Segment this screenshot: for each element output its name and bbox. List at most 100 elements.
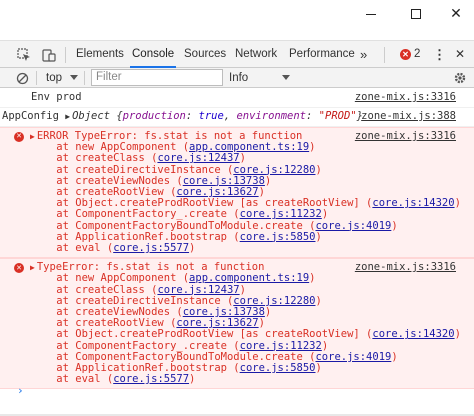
error-message: TypeError: fs.stat is not a function [36, 261, 265, 274]
frame-function: at createDirectiveInstance ( [31, 163, 234, 176]
frame-source-link[interactable]: core.js:14320 [372, 328, 454, 340]
tab-separator [384, 47, 385, 63]
devtools-menu-button[interactable]: ⋮ [431, 41, 448, 68]
source-link[interactable]: zone-mix.js:3316 [355, 91, 456, 103]
toolbar-separator [36, 71, 37, 85]
frame-close-paren: ) [309, 272, 316, 285]
frame-close-paren: ) [315, 230, 322, 243]
frame-function: at createRootView ( [31, 186, 177, 199]
frame-close-paren: ) [309, 141, 316, 154]
frame-function: at ApplicationRef.bootstrap ( [31, 230, 240, 243]
frame-function: at createRootView ( [31, 317, 177, 330]
frame-source-link[interactable]: core.js:4019 [315, 220, 391, 232]
chevron-down-icon [70, 75, 78, 80]
frame-source-link[interactable]: app.component.ts:19 [189, 141, 309, 153]
frame-function: at createClass ( [31, 152, 158, 165]
more-tabs-button[interactable]: » [358, 41, 369, 68]
frame-close-paren: ) [391, 350, 398, 363]
frame-source-link[interactable]: core.js:11232 [240, 340, 322, 352]
stack-trace: at new AppComponent (app.component.ts:19… [31, 142, 468, 254]
tab-sources[interactable]: Sources [182, 41, 228, 68]
frame-function: at ComponentFactory_.create ( [31, 339, 240, 352]
frame-function: at eval ( [31, 242, 114, 255]
frame-function: at new AppComponent ( [31, 141, 190, 154]
context-selector[interactable]: top [46, 70, 62, 86]
frame-function: at ComponentFactoryBoundToModule.create … [31, 219, 316, 232]
gear-icon[interactable] [451, 69, 469, 87]
clear-console-icon[interactable] [13, 69, 31, 87]
frame-close-paren: ) [315, 294, 322, 307]
frame-source-link[interactable]: core.js:13627 [176, 317, 258, 329]
frame-close-paren: ) [258, 186, 265, 199]
devtools-close-button[interactable]: ✕ [453, 41, 467, 68]
maximize-button[interactable] [393, 0, 439, 28]
source-link[interactable]: zone-mix.js:388 [361, 110, 456, 122]
frame-close-paren: ) [315, 163, 322, 176]
maximize-icon [411, 9, 421, 19]
console-error-row: ✕ ▶ ERROR TypeError: fs.stat is not a fun… [0, 127, 474, 259]
frame-function: at createClass ( [31, 283, 158, 296]
frame-source-link[interactable]: app.component.ts:19 [189, 272, 309, 284]
frame-close-paren: ) [239, 283, 246, 296]
log-text: Env prod [31, 91, 82, 103]
frame-source-link[interactable]: core.js:5577 [113, 373, 189, 385]
frame-function: at new AppComponent ( [31, 272, 190, 285]
frame-close-paren: ) [264, 306, 272, 319]
stack-frame: at eval (core.js:5577) [31, 242, 468, 255]
frame-source-link[interactable]: core.js:13738 [183, 306, 265, 318]
filter-input[interactable]: Filter [91, 69, 223, 86]
frame-source-link[interactable]: core.js:5850 [240, 362, 316, 374]
frame-source-link[interactable]: core.js:12280 [233, 164, 315, 176]
appconfig-line: AppConfig ▶ Object {production: true, env… [2, 110, 363, 122]
frame-source-link[interactable]: core.js:4019 [315, 351, 391, 363]
log-levels-dropdown[interactable]: Info [229, 70, 248, 86]
frame-function: at createViewNodes ( [31, 174, 183, 187]
frame-source-link[interactable]: core.js:12437 [157, 284, 239, 296]
console-messages: Env prod zone-mix.js:3316 AppConfig ▶ Obj… [0, 89, 474, 416]
toolbar-separator [84, 71, 85, 85]
frame-source-link[interactable]: core.js:5577 [113, 242, 189, 254]
minimize-icon [366, 13, 376, 15]
error-count: 2 [414, 48, 421, 60]
window-titlebar: ✕ [0, 0, 474, 28]
error-message: ERROR TypeError: fs.stat is not a functi… [36, 130, 303, 142]
expand-arrow-icon[interactable]: ▶ [65, 111, 70, 122]
frame-source-link[interactable]: core.js:11232 [240, 208, 322, 220]
tab-performance[interactable]: Performance [287, 41, 357, 68]
error-count-badge[interactable]: ✕ 2 [400, 48, 420, 60]
frame-close-paren: ) [189, 373, 196, 386]
chevron-down-icon [282, 75, 290, 80]
device-toolbar-icon[interactable] [40, 46, 58, 64]
frame-close-paren: ) [321, 339, 329, 352]
tab-elements[interactable]: Elements [74, 41, 126, 68]
close-icon: ✕ [450, 6, 462, 22]
stack-frame: at eval (core.js:5577) [31, 374, 468, 385]
log-label: AppConfig [2, 110, 59, 122]
frame-source-link[interactable]: core.js:13627 [176, 186, 258, 198]
frame-close-paren: ) [258, 317, 265, 330]
frame-source-link[interactable]: core.js:14320 [372, 197, 454, 209]
frame-function: at Object.createProdRootView [as createR… [31, 328, 373, 341]
frame-source-link[interactable]: core.js:13738 [183, 175, 265, 187]
source-link[interactable]: zone-mix.js:3316 [355, 262, 456, 273]
tab-separator [65, 47, 66, 63]
console-prompt[interactable]: › [17, 384, 24, 397]
inspect-element-icon[interactable] [15, 46, 33, 64]
error-icon: ✕ [400, 48, 411, 60]
tab-network[interactable]: Network [233, 41, 279, 68]
frame-source-link[interactable]: core.js:12280 [233, 295, 315, 307]
object-preview[interactable]: Object {production: true, environment: "… [72, 110, 363, 122]
frame-function: at Object.createProdRootView [as createR… [31, 197, 373, 210]
console-toolbar: top Filter Info [0, 68, 474, 88]
frame-close-paren: ) [264, 174, 272, 187]
minimize-button[interactable] [348, 0, 394, 28]
source-link[interactable]: zone-mix.js:3316 [355, 130, 456, 142]
tab-console[interactable]: Console [130, 41, 177, 68]
frame-close-paren: ) [321, 208, 329, 221]
window-close-button[interactable]: ✕ [438, 0, 474, 28]
frame-close-paren: ) [391, 219, 398, 232]
console-log-row: Env prod zone-mix.js:3316 [0, 89, 474, 108]
frame-source-link[interactable]: core.js:5850 [240, 231, 316, 243]
frame-source-link[interactable]: core.js:12437 [157, 152, 239, 164]
stack-trace: at new AppComponent (app.component.ts:19… [31, 273, 468, 385]
